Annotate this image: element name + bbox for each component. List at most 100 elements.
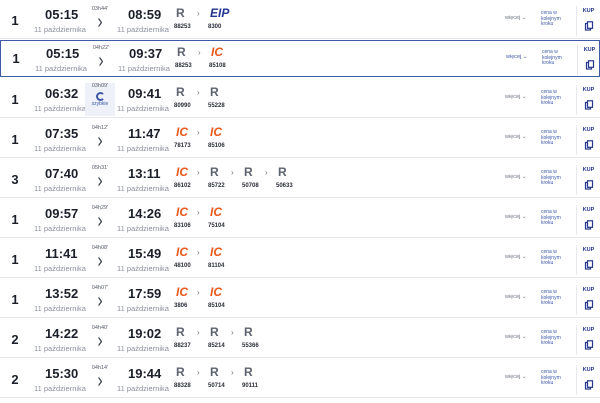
train-category-logo: IC [176,285,188,299]
ticket-icon [584,177,594,190]
train-category-logo: R [244,325,253,339]
train-category-logo: IC [176,245,188,259]
more-details-link[interactable]: więcej ⌄ [505,374,526,380]
buy-label: KUP [582,327,595,333]
chevron-right-icon: › [197,368,200,377]
changes-count: 1 [11,12,19,28]
train-number: 88253 [174,24,191,30]
train-category-logo: IC [176,125,188,139]
duration: 03h44' › [86,6,114,33]
train-category-logo: IC [211,45,223,59]
duration: 04h08' › [86,245,114,272]
chevron-right-icon: › [197,208,200,217]
price-info: cena w kolejnym kroku [541,329,561,346]
connection-row[interactable]: 1 06:32 11 października 03h09' szybkie 09:41 1… [0,81,600,118]
train-number: 85214 [208,343,225,349]
train-number: 90111 [242,383,259,389]
ticket-icon [584,137,594,150]
train-category-logo: R [210,165,219,179]
connection-row[interactable]: 1 05:15 11 października 03h44' › 08:59 11 paźd… [0,2,600,39]
connection-row[interactable]: 1 05:15 11 października 04h22' › 09:37 11 paźd… [0,40,600,77]
more-details-link[interactable]: więcej ⌄ [505,94,526,100]
ticket-icon [584,18,594,31]
ticket-icon [584,377,594,390]
buy-button[interactable]: KUP [576,6,600,36]
chevron-down-icon: ⌄ [520,94,527,100]
train-number: 88237 [174,343,191,349]
price-info: cena w kolejnym kroku [541,129,561,146]
changes-count: 1 [12,51,20,66]
train-item: IC 3806 [172,286,206,310]
train-category-logo: R [176,325,185,339]
buy-button[interactable]: KUP [576,285,600,315]
connection-row[interactable]: 1 09:57 11 października 04h29' › 14:26 11 paźd… [0,201,600,238]
buy-button[interactable]: KUP [576,205,600,235]
more-details-link[interactable]: więcej ⌄ [505,174,526,180]
chevron-right-icon: › [197,9,200,18]
buy-button[interactable]: KUP [576,245,600,275]
train-number: 88328 [174,383,191,389]
more-details-link[interactable]: więcej ⌄ [506,54,527,60]
chevron-right-icon: › [231,328,234,337]
connection-row[interactable]: 1 07:35 11 października 04h12' › 11:47 11 paźd… [0,121,600,158]
price-info: cena w kolejnym kroku [541,289,561,306]
train-category-logo: IC [210,125,222,139]
duration: 05h31' › [86,165,114,191]
connection-row[interactable]: 1 11:41 11 października 04h08' › 15:49 11 paźd… [0,241,600,278]
buy-label: KUP [582,127,595,133]
price-info: cena w kolejnym kroku [541,209,561,226]
buy-button[interactable]: KUP [576,365,600,395]
train-number: 3806 [174,303,188,309]
more-details-link[interactable]: więcej ⌄ [505,294,526,300]
more-details-link[interactable]: więcej ⌄ [505,15,526,21]
train-number: 85106 [208,143,225,149]
more-details-link[interactable]: więcej ⌄ [505,334,526,340]
more-details-link[interactable]: więcej ⌄ [505,254,526,260]
train-item: R 80990 [172,86,206,110]
chevron-right-icon: › [97,290,103,312]
changes-count: 2 [11,371,19,387]
train-category-logo: R [210,85,219,99]
connection-row[interactable]: 3 07:40 11 października 05h31' › 13:11 11 paźd… [0,161,600,198]
buy-button[interactable]: KUP [577,45,600,75]
ticket-icon [585,57,595,70]
connection-row[interactable]: 2 14:22 11 października 04h40' › 19:02 11 paźd… [0,321,600,358]
more-details-link[interactable]: więcej ⌄ [505,134,526,140]
ticket-icon [584,97,594,110]
buy-label: KUP [582,207,595,213]
chevron-right-icon: › [97,250,103,272]
chevron-right-icon: › [97,130,103,152]
chevron-right-icon: › [197,288,200,297]
buy-label: KUP [582,287,595,293]
buy-button[interactable]: KUP [576,85,600,115]
chevron-right-icon: › [98,50,104,72]
chevron-right-icon: › [97,11,103,33]
train-item: R 88237 [172,326,206,350]
train-item: R 55228 [206,86,240,110]
duration: 04h14' › [86,365,114,392]
connection-row[interactable]: 1 13:52 11 października 04h07' › 17:59 11 paźd… [0,281,600,318]
buy-button[interactable]: KUP [576,165,600,195]
train-category-logo: EIP [210,6,230,20]
train-category-logo: IC [176,165,188,179]
more-details-link[interactable]: więcej ⌄ [505,214,526,220]
fast-connection-icon [95,92,105,101]
train-category-logo: IC [210,245,222,259]
buy-label: KUP [582,87,595,93]
train-item: IC 78173 [172,126,206,150]
buy-button[interactable]: KUP [576,325,600,355]
train-category-logo: R [176,365,185,379]
changes-count: 1 [11,211,19,227]
train-number: 8300 [208,24,222,30]
buy-button[interactable]: KUP [576,125,600,155]
train-item: R 50714 [206,366,240,390]
buy-label: KUP [582,367,595,373]
train-number: 81104 [208,263,225,269]
chevron-right-icon: › [97,370,103,392]
changes-count: 1 [11,131,19,147]
duration: 04h29' › [86,205,114,231]
connection-row[interactable]: 2 15:30 11 października 04h14' › 19:44 11 paźd… [0,361,600,398]
train-item: IC 85104 [206,286,240,310]
duration-text: 03h09' [91,83,109,89]
train-number: 50633 [276,183,293,189]
